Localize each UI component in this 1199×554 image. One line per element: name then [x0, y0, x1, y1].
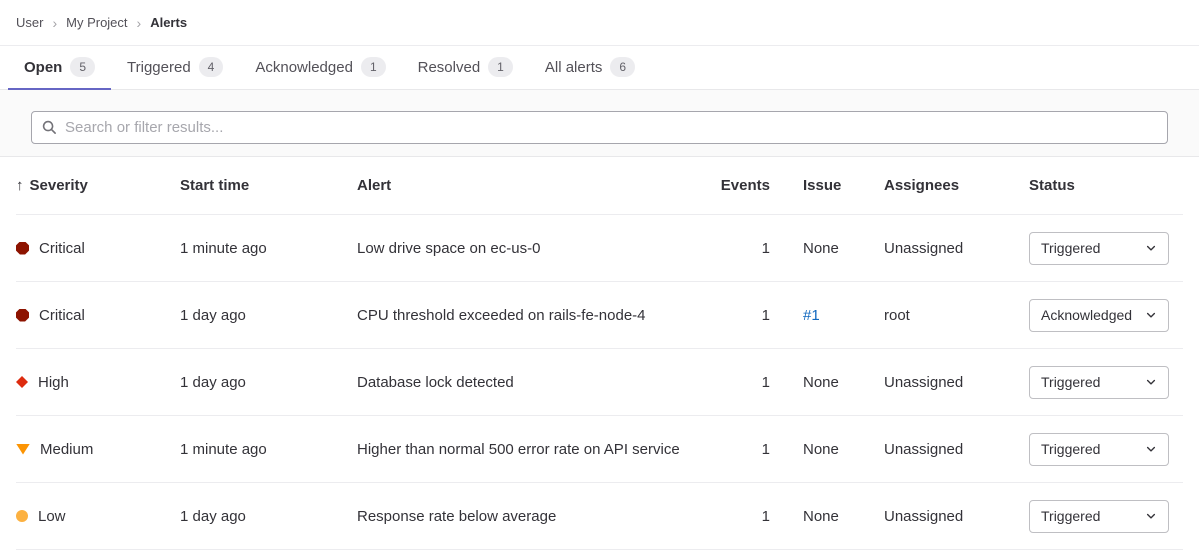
search-icon	[42, 120, 57, 135]
tab-acknowledged[interactable]: Acknowledged 1	[239, 46, 401, 90]
tab-open[interactable]: Open 5	[8, 46, 111, 90]
sort-ascending-icon: ↑	[16, 177, 24, 194]
status-dropdown[interactable]: Triggered	[1029, 500, 1169, 533]
alerts-table: ↑Severity Start time Alert Events Issue …	[0, 157, 1199, 550]
breadcrumb-alerts: Alerts	[150, 15, 187, 30]
start-time: 1 day ago	[180, 374, 357, 391]
start-time: 1 day ago	[180, 307, 357, 324]
tab-count-badge: 1	[361, 57, 386, 77]
alert-row[interactable]: Critical 1 day ago CPU threshold exceede…	[16, 282, 1183, 349]
search-input[interactable]	[65, 119, 1157, 136]
severity-label: High	[38, 374, 69, 391]
alert-title: Low drive space on ec-us-0	[357, 240, 710, 257]
events-count: 1	[710, 441, 770, 458]
status-dropdown-label: Triggered	[1041, 441, 1100, 457]
start-time: 1 day ago	[180, 508, 357, 525]
alert-title: Database lock detected	[357, 374, 710, 391]
severity-label: Critical	[39, 240, 85, 257]
assignees-value: Unassigned	[884, 441, 1029, 458]
status-dropdown-label: Triggered	[1041, 240, 1100, 256]
tab-label: Resolved	[418, 59, 481, 76]
tab-all-alerts[interactable]: All alerts 6	[529, 46, 651, 90]
alert-row[interactable]: Critical 1 minute ago Low drive space on…	[16, 215, 1183, 282]
column-header-start-time[interactable]: Start time	[180, 177, 357, 194]
column-header-severity[interactable]: ↑Severity	[16, 177, 180, 194]
start-time: 1 minute ago	[180, 240, 357, 257]
tab-resolved[interactable]: Resolved 1	[402, 46, 529, 90]
search-box[interactable]	[31, 111, 1168, 144]
severity-critical-icon	[16, 242, 29, 255]
filter-bar	[0, 90, 1199, 157]
events-count: 1	[710, 374, 770, 391]
status-dropdown-label: Triggered	[1041, 374, 1100, 390]
issue-link[interactable]: #1	[803, 307, 820, 324]
status-dropdown[interactable]: Triggered	[1029, 433, 1169, 466]
assignees-value: Unassigned	[884, 240, 1029, 257]
severity-label: Medium	[40, 441, 93, 458]
column-header-status[interactable]: Status	[1029, 177, 1183, 194]
breadcrumb-my-project[interactable]: My Project	[66, 15, 127, 30]
chevron-down-icon	[1145, 510, 1157, 522]
alert-row[interactable]: High 1 day ago Database lock detected 1 …	[16, 349, 1183, 416]
chevron-down-icon	[1145, 443, 1157, 455]
assignees-value: root	[884, 307, 1029, 324]
events-count: 1	[710, 240, 770, 257]
alert-title: Higher than normal 500 error rate on API…	[357, 441, 710, 458]
assignees-value: Unassigned	[884, 374, 1029, 391]
alert-title: Response rate below average	[357, 508, 710, 525]
status-dropdown[interactable]: Acknowledged	[1029, 299, 1169, 332]
issue-value: None	[770, 508, 884, 525]
alert-title: CPU threshold exceeded on rails-fe-node-…	[357, 307, 710, 324]
issue-value: None	[770, 441, 884, 458]
breadcrumb-separator-icon: ›	[52, 15, 57, 31]
severity-low-icon	[16, 510, 28, 522]
start-time: 1 minute ago	[180, 441, 357, 458]
alert-row[interactable]: Medium 1 minute ago Higher than normal 5…	[16, 416, 1183, 483]
status-dropdown-label: Triggered	[1041, 508, 1100, 524]
tab-label: Triggered	[127, 59, 191, 76]
column-header-issue[interactable]: Issue	[770, 177, 884, 194]
status-dropdown-label: Acknowledged	[1041, 307, 1132, 323]
issue-value: None	[770, 240, 884, 257]
alert-status-tabs: Open 5 Triggered 4 Acknowledged 1 Resolv…	[0, 46, 1199, 90]
severity-label: Critical	[39, 307, 85, 324]
tab-label: Open	[24, 59, 62, 76]
alert-row[interactable]: Low 1 day ago Response rate below averag…	[16, 483, 1183, 550]
breadcrumb-separator-icon: ›	[137, 15, 142, 31]
column-header-events[interactable]: Events	[710, 177, 770, 194]
severity-critical-icon	[16, 309, 29, 322]
breadcrumb-user[interactable]: User	[16, 15, 43, 30]
breadcrumb: User › My Project › Alerts	[0, 0, 1199, 46]
events-count: 1	[710, 508, 770, 525]
tab-triggered[interactable]: Triggered 4	[111, 46, 239, 90]
issue-value: None	[770, 374, 884, 391]
events-count: 1	[710, 307, 770, 324]
table-header-row: ↑Severity Start time Alert Events Issue …	[16, 157, 1183, 215]
tab-count-badge: 4	[199, 57, 224, 77]
tab-label: Acknowledged	[255, 59, 353, 76]
chevron-down-icon	[1145, 242, 1157, 254]
status-dropdown[interactable]: Triggered	[1029, 366, 1169, 399]
chevron-down-icon	[1145, 376, 1157, 388]
tab-label: All alerts	[545, 59, 603, 76]
tab-count-badge: 6	[610, 57, 635, 77]
status-dropdown[interactable]: Triggered	[1029, 232, 1169, 265]
severity-label: Low	[38, 508, 66, 525]
assignees-value: Unassigned	[884, 508, 1029, 525]
column-header-assignees[interactable]: Assignees	[884, 177, 1029, 194]
chevron-down-icon	[1145, 309, 1157, 321]
tab-count-badge: 1	[488, 57, 513, 77]
tab-count-badge: 5	[70, 57, 95, 77]
severity-medium-icon	[16, 444, 30, 455]
severity-high-icon	[16, 376, 28, 388]
column-header-alert[interactable]: Alert	[357, 177, 710, 194]
